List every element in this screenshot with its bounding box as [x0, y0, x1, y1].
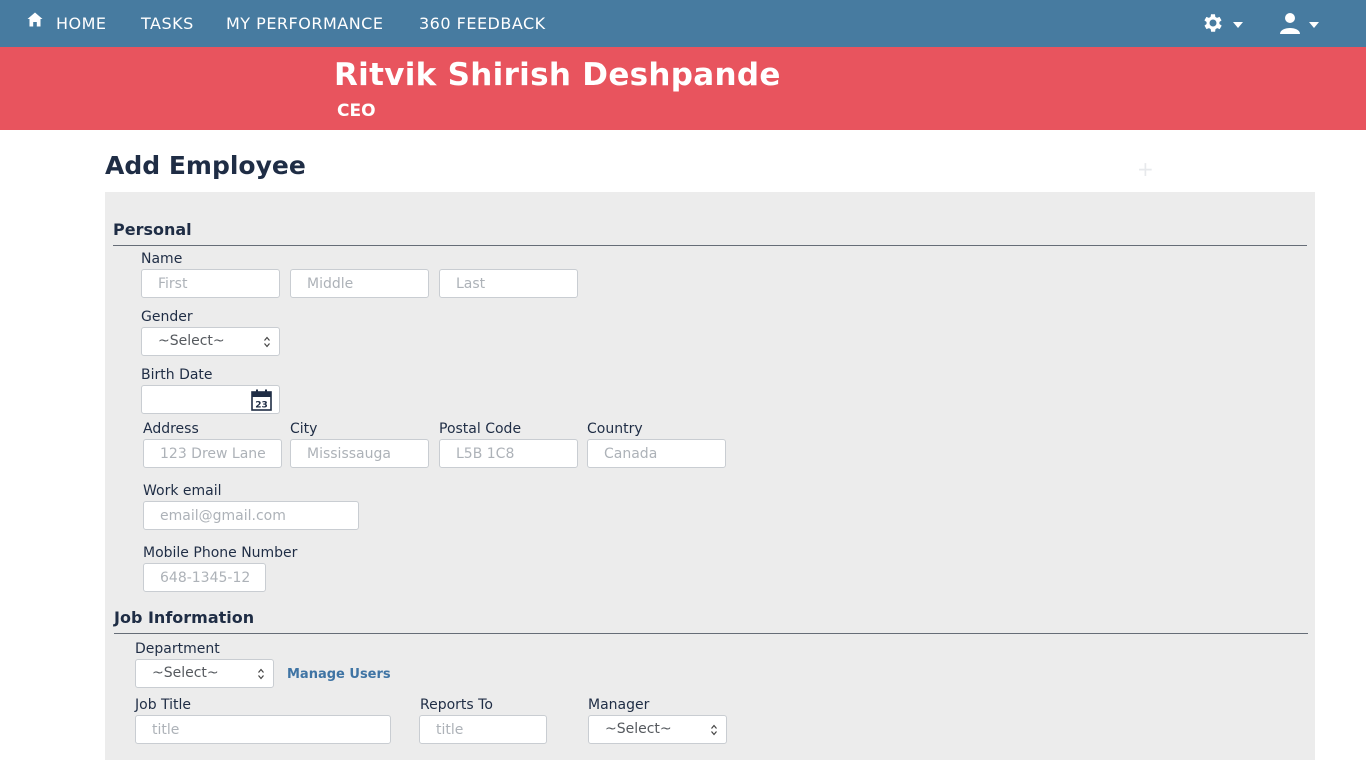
- caret-down-icon: [1233, 22, 1243, 28]
- address-input[interactable]: [143, 439, 282, 468]
- section-title-job-information: Job Information: [114, 608, 255, 627]
- nav-home[interactable]: HOME: [56, 14, 107, 33]
- gear-icon: [1204, 14, 1222, 32]
- reports-to-input[interactable]: [419, 715, 547, 744]
- svg-text:23: 23: [255, 401, 268, 411]
- user-icon: [1280, 13, 1300, 34]
- nav-tasks[interactable]: TASKS: [141, 14, 194, 33]
- gender-select[interactable]: ~Select~: [141, 327, 280, 356]
- page-title: Add Employee: [105, 151, 306, 180]
- gender-label: Gender: [141, 309, 193, 325]
- nav-360-feedback[interactable]: 360 FEEDBACK: [419, 14, 546, 33]
- user-menu[interactable]: [1278, 11, 1324, 35]
- middle-name-input[interactable]: [290, 269, 429, 298]
- add-icon: +: [1137, 157, 1154, 181]
- section-divider: [113, 245, 1307, 246]
- manager-select[interactable]: ~Select~: [588, 715, 727, 744]
- caret-down-icon: [1309, 22, 1319, 28]
- home-icon[interactable]: [26, 11, 44, 29]
- postal-code-label: Postal Code: [439, 421, 522, 437]
- city-label: City: [290, 421, 318, 437]
- user-name: Ritvik Shirish Deshpande: [334, 57, 781, 93]
- profile-banner: Ritvik Shirish Deshpande CEO: [0, 47, 1366, 130]
- gender-select-value: ~Select~: [158, 333, 225, 349]
- country-input[interactable]: [587, 439, 726, 468]
- select-arrows-icon: [264, 336, 270, 348]
- section-divider: [114, 633, 1308, 634]
- department-label: Department: [135, 641, 220, 657]
- city-input[interactable]: [290, 439, 429, 468]
- department-select-value: ~Select~: [152, 665, 219, 681]
- birth-date-label: Birth Date: [141, 367, 213, 383]
- section-title-personal: Personal: [113, 220, 192, 239]
- top-navbar: HOME TASKS MY PERFORMANCE 360 FEEDBACK: [0, 0, 1366, 47]
- work-email-input[interactable]: [143, 501, 359, 530]
- name-label: Name: [141, 251, 183, 267]
- settings-menu[interactable]: [1200, 11, 1248, 35]
- first-name-input[interactable]: [141, 269, 280, 298]
- postal-code-input[interactable]: [439, 439, 578, 468]
- manager-label: Manager: [588, 697, 650, 713]
- select-arrows-icon: [258, 668, 264, 680]
- user-role: CEO: [337, 101, 376, 121]
- work-email-label: Work email: [143, 483, 222, 499]
- manage-users-link[interactable]: Manage Users: [287, 667, 391, 682]
- calendar-icon[interactable]: 23: [251, 389, 272, 411]
- address-label: Address: [143, 421, 199, 437]
- mobile-phone-label: Mobile Phone Number: [143, 545, 298, 561]
- department-select[interactable]: ~Select~: [135, 659, 274, 688]
- mobile-phone-input[interactable]: [143, 563, 266, 592]
- reports-to-label: Reports To: [420, 697, 493, 713]
- nav-my-performance[interactable]: MY PERFORMANCE: [226, 14, 383, 33]
- job-title-input[interactable]: [135, 715, 391, 744]
- job-title-label: Job Title: [135, 697, 192, 713]
- select-arrows-icon: [711, 724, 717, 736]
- country-label: Country: [587, 421, 643, 437]
- manager-select-value: ~Select~: [605, 721, 672, 737]
- last-name-input[interactable]: [439, 269, 578, 298]
